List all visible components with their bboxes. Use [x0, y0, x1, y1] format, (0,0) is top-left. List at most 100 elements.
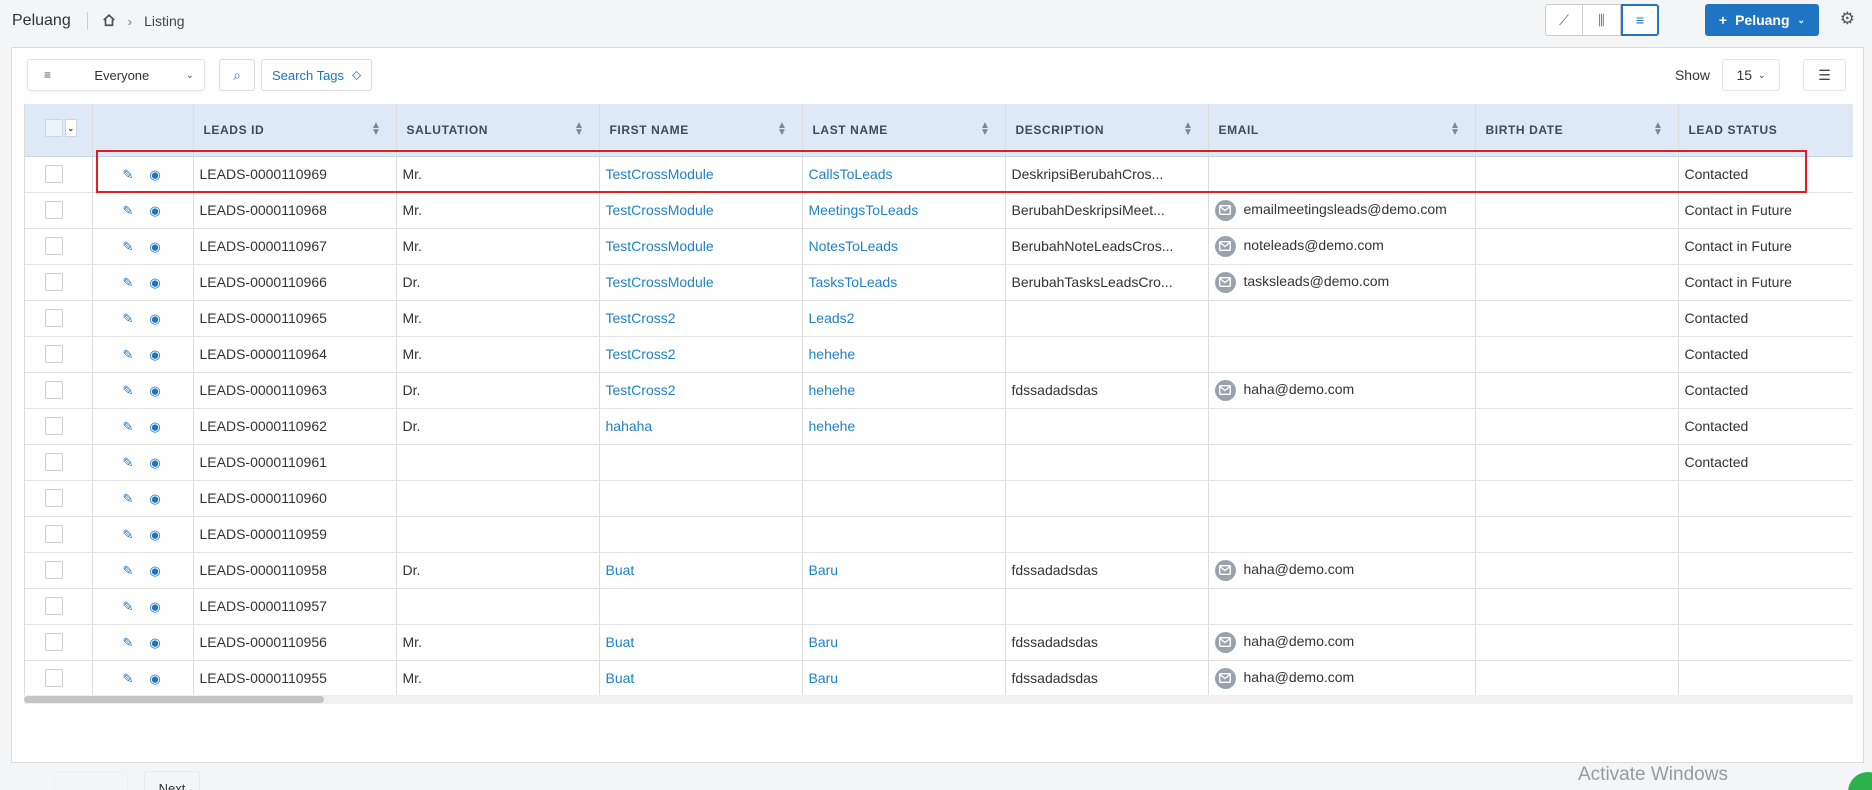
column-header[interactable]: BIRTH DATE ▲ ▼ [1475, 104, 1679, 157]
next-page-button[interactable]: Next [144, 771, 200, 790]
edit-pencil-icon[interactable]: ✎ [123, 275, 134, 291]
view-eye-icon[interactable]: ◉ [149, 275, 160, 291]
home-icon[interactable] [102, 13, 116, 30]
first-name-link[interactable]: hahaha [599, 408, 803, 445]
first-name-link[interactable] [599, 480, 803, 517]
first-name-link[interactable]: TestCrossModule [599, 228, 803, 265]
row-checkbox[interactable] [45, 597, 63, 616]
table-row[interactable]: ✎ ◉ LEADS-0000110960 [25, 480, 1853, 517]
last-name-link[interactable]: hehehe [802, 336, 1006, 373]
edit-pencil-icon[interactable]: ✎ [123, 167, 134, 183]
column-header[interactable]: LEAD STATUS [1678, 104, 1853, 157]
view-eye-icon[interactable]: ◉ [149, 311, 160, 327]
column-header[interactable]: LEADS ID ▲ ▼ [193, 104, 397, 157]
view-eye-icon[interactable]: ◉ [149, 167, 160, 183]
view-eye-icon[interactable]: ◉ [149, 563, 160, 579]
view-eye-icon[interactable]: ◉ [149, 347, 160, 363]
last-name-link[interactable]: Baru [802, 624, 1006, 661]
edit-pencil-icon[interactable]: ✎ [123, 347, 134, 363]
first-name-link[interactable] [599, 444, 803, 481]
view-eye-icon[interactable]: ◉ [149, 239, 160, 255]
view-eye-icon[interactable]: ◉ [149, 203, 160, 219]
email-value[interactable]: haha@demo.com [1244, 381, 1355, 397]
view-eye-icon[interactable]: ◉ [149, 491, 160, 507]
search-tags-button[interactable]: Search Tags ⬦ [261, 59, 373, 91]
new-peluang-button[interactable]: + Peluang ⌄ [1705, 4, 1819, 36]
owner-filter-select[interactable]: ≡ Everyone ⌄ [27, 59, 205, 91]
row-checkbox[interactable] [45, 417, 63, 436]
table-row[interactable]: ✎ ◉ LEADS-0000110958 Dr. Buat Baru fdssadadsda… [25, 552, 1853, 589]
view-eye-icon[interactable]: ◉ [149, 671, 160, 687]
last-name-link[interactable]: NotesToLeads [802, 228, 1006, 265]
row-checkbox[interactable] [45, 633, 63, 652]
last-name-link[interactable] [802, 516, 1006, 553]
edit-pencil-icon[interactable]: ✎ [123, 455, 134, 471]
gear-icon[interactable]: ⚙ [1840, 9, 1855, 29]
first-name-link[interactable]: TestCross2 [599, 300, 803, 337]
last-name-link[interactable]: CallsToLeads [802, 156, 1006, 193]
edit-pencil-icon[interactable]: ✎ [123, 419, 134, 435]
table-row[interactable]: ✎ ◉ LEADS-0000110967 Mr. TestCrossModule Note… [25, 228, 1853, 265]
sort-icon[interactable]: ▲ ▼ [1653, 121, 1664, 138]
row-checkbox[interactable] [45, 309, 63, 328]
row-checkbox[interactable] [45, 561, 63, 580]
chevron-down-icon[interactable]: ⌄ [65, 119, 77, 138]
list-icon[interactable]: ≡ [1621, 4, 1659, 36]
email-value[interactable]: haha@demo.com [1244, 561, 1355, 577]
row-checkbox[interactable] [45, 669, 63, 688]
view-eye-icon[interactable]: ◉ [149, 383, 160, 399]
sort-icon[interactable]: ▲ ▼ [574, 121, 585, 138]
first-name-link[interactable] [599, 588, 803, 625]
edit-pencil-icon[interactable]: ✎ [123, 563, 134, 579]
table-row[interactable]: ✎ ◉ LEADS-0000110964 Mr. TestCross2 hehehe Con… [25, 336, 1853, 373]
edit-pencil-icon[interactable]: ✎ [123, 671, 134, 687]
first-name-link[interactable]: TestCross2 [599, 336, 803, 373]
view-eye-icon[interactable]: ◉ [149, 527, 160, 543]
table-row[interactable]: ✎ ◉ LEADS-0000110961 Contacted [25, 444, 1853, 481]
first-name-link[interactable]: TestCross2 [599, 372, 803, 409]
last-name-link[interactable] [802, 588, 1006, 625]
table-row[interactable]: ✎ ◉ LEADS-0000110968 Mr. TestCrossModule Meet… [25, 192, 1853, 229]
last-name-link[interactable]: Baru [802, 660, 1006, 697]
email-value[interactable]: haha@demo.com [1244, 633, 1355, 649]
sort-icon[interactable]: ▲ ▼ [1183, 121, 1194, 138]
last-name-link[interactable]: MeetingsToLeads [802, 192, 1006, 229]
table-row[interactable]: ✎ ◉ LEADS-0000110965 Mr. TestCross2 Leads2 Con… [25, 300, 1853, 337]
kanban-icon[interactable]: ⫼ [1583, 4, 1621, 36]
email-value[interactable]: noteleads@demo.com [1244, 237, 1384, 253]
chart-line-icon[interactable]: ⟋ [1545, 4, 1583, 36]
edit-pencil-icon[interactable]: ✎ [123, 239, 134, 255]
last-name-link[interactable]: Leads2 [802, 300, 1006, 337]
sort-icon[interactable]: ▲ ▼ [980, 121, 991, 138]
first-name-link[interactable] [599, 516, 803, 553]
first-name-link[interactable]: Buat [599, 660, 803, 697]
column-header[interactable]: SALUTATION ▲ ▼ [396, 104, 600, 157]
row-checkbox[interactable] [45, 381, 63, 400]
view-eye-icon[interactable]: ◉ [149, 419, 160, 435]
first-name-link[interactable]: TestCrossModule [599, 264, 803, 301]
last-name-link[interactable]: hehehe [802, 372, 1006, 409]
first-name-link[interactable]: TestCrossModule [599, 192, 803, 229]
scrollbar-thumb[interactable] [24, 696, 324, 703]
column-header[interactable]: FIRST NAME ▲ ▼ [599, 104, 803, 157]
row-checkbox[interactable] [45, 165, 63, 184]
row-checkbox[interactable] [45, 273, 63, 292]
table-row[interactable]: ✎ ◉ LEADS-0000110955 Mr. Buat Baru fdssadadsda… [25, 660, 1853, 697]
row-checkbox[interactable] [45, 201, 63, 220]
first-name-link[interactable]: Buat [599, 552, 803, 589]
sort-icon[interactable]: ▲ ▼ [371, 121, 382, 138]
table-row[interactable]: ✎ ◉ LEADS-0000110956 Mr. Buat Baru fdssadadsda… [25, 624, 1853, 661]
email-value[interactable]: haha@demo.com [1244, 669, 1355, 685]
table-row[interactable]: ✎ ◉ LEADS-0000110969 Mr. TestCrossModule Call… [25, 156, 1853, 193]
column-header[interactable]: LAST NAME ▲ ▼ [802, 104, 1006, 157]
sort-icon[interactable]: ▲ ▼ [777, 121, 788, 138]
last-name-link[interactable]: hehehe [802, 408, 1006, 445]
edit-pencil-icon[interactable]: ✎ [123, 203, 134, 219]
edit-pencil-icon[interactable]: ✎ [123, 383, 134, 399]
view-eye-icon[interactable]: ◉ [149, 599, 160, 615]
per-page-select[interactable]: 15 ⌄ [1722, 59, 1780, 91]
edit-pencil-icon[interactable]: ✎ [123, 491, 134, 507]
row-checkbox[interactable] [45, 453, 63, 472]
email-value[interactable]: emailmeetingsleads@demo.com [1244, 201, 1447, 217]
row-checkbox[interactable] [45, 237, 63, 256]
